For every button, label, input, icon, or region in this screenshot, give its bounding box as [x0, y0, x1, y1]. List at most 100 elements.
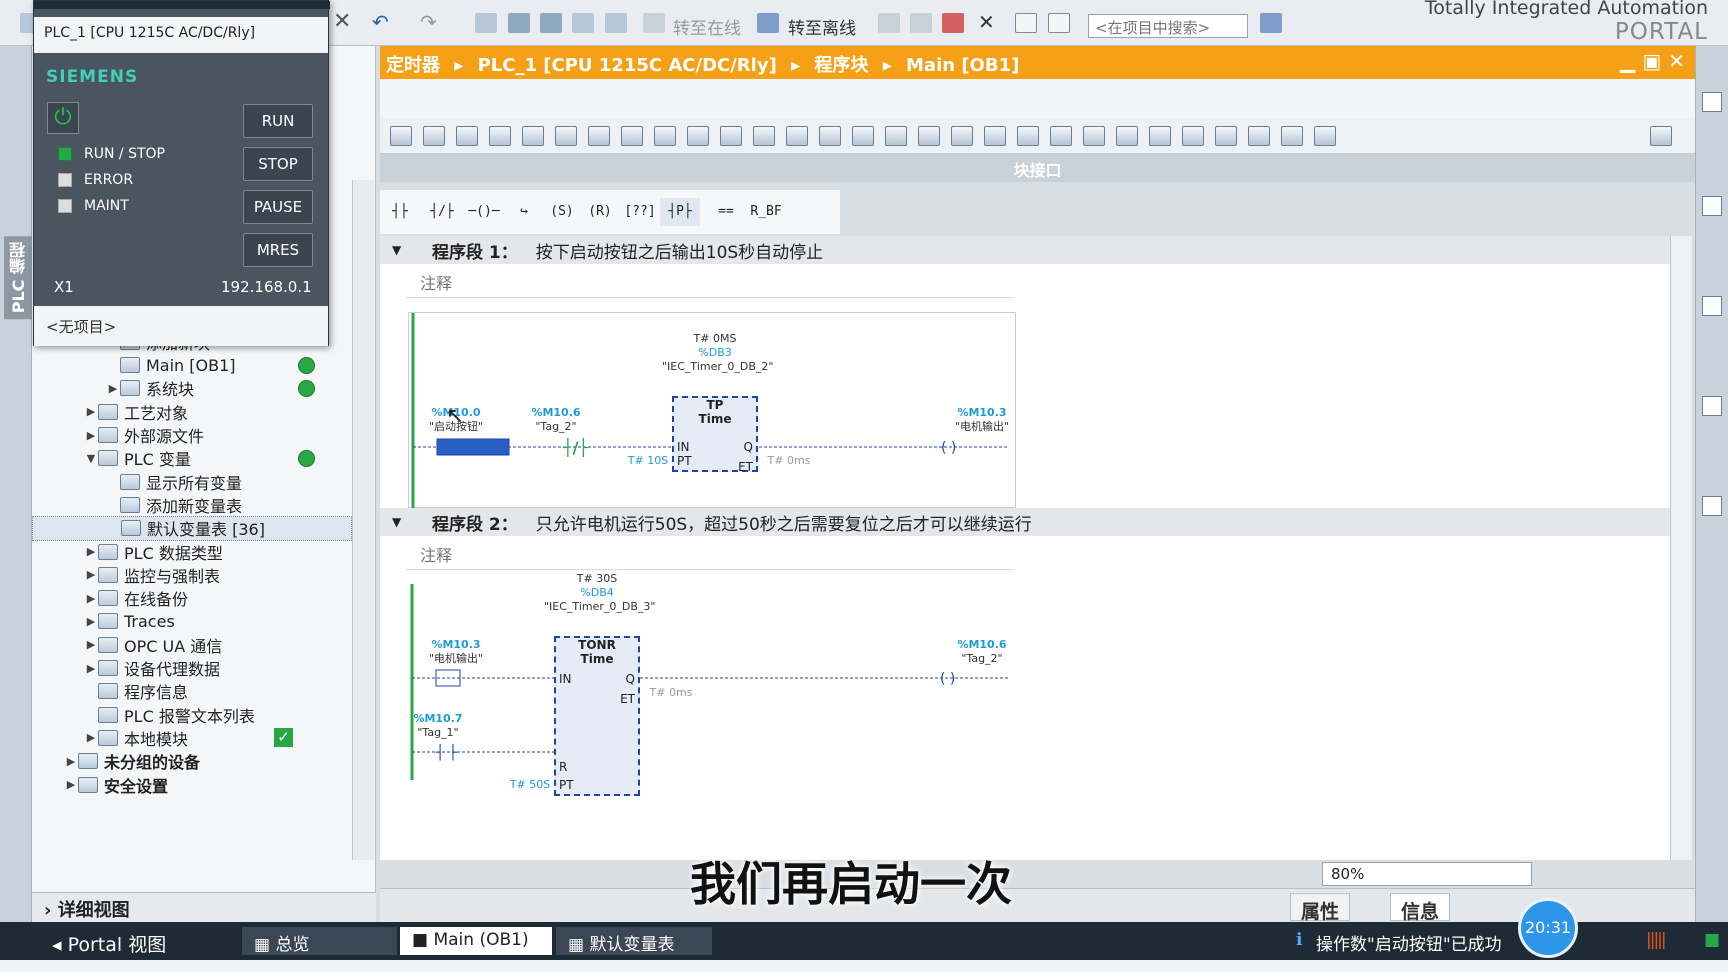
monitor-icon[interactable]: [1050, 126, 1072, 146]
window-controls[interactable]: ▁ ▣ ✕: [1620, 49, 1685, 73]
compile-icon[interactable]: [475, 13, 497, 33]
ladder-icon[interactable]: [1248, 126, 1270, 146]
stop-cpu-icon[interactable]: [942, 13, 964, 33]
taskbar-tab-tags[interactable]: ▦ 默认变量表: [556, 927, 712, 955]
sim-title-bar[interactable]: [34, 1, 330, 9]
network-comment[interactable]: 注释: [406, 536, 1014, 570]
go-offline-button[interactable]: 转至离线: [788, 14, 856, 39]
tree-item[interactable]: 添加新变量表: [32, 492, 352, 517]
modify-icon[interactable]: [1083, 126, 1105, 146]
expand-icon[interactable]: ▶: [84, 568, 98, 581]
go-online-button[interactable]: 转至在线: [673, 14, 741, 39]
stop-button[interactable]: STOP: [243, 147, 313, 181]
mres-button[interactable]: MRES: [243, 233, 313, 267]
close-icon[interactable]: ✕: [333, 11, 351, 33]
tree-item[interactable]: 显示所有变量: [32, 469, 352, 494]
tree-item[interactable]: ▶ 设备代理数据: [32, 656, 352, 681]
compile-icon[interactable]: [918, 126, 940, 146]
info-tab[interactable]: 信息: [1390, 893, 1451, 923]
tree-item[interactable]: ▶ OPC UA 通信: [32, 632, 352, 657]
breadcrumb-blocks[interactable]: 程序块: [814, 55, 868, 76]
editor-scrollbar[interactable]: [1670, 236, 1692, 860]
run-button[interactable]: RUN: [243, 104, 313, 138]
close-all-icon[interactable]: [588, 126, 610, 146]
load-start-icon[interactable]: [1215, 126, 1237, 146]
open-all-icon[interactable]: [555, 126, 577, 146]
nc-contact-icon[interactable]: ┤/├: [422, 198, 462, 226]
power-icon[interactable]: ⏻: [47, 102, 79, 134]
fbd-icon[interactable]: [1281, 126, 1303, 146]
expand-icon[interactable]: ▶: [64, 778, 78, 791]
instructions-card-icon[interactable]: [1702, 92, 1722, 112]
tree-item[interactable]: ▶ PLC 数据类型: [32, 539, 352, 564]
empty-box-icon[interactable]: ↪: [504, 198, 544, 226]
compare-icon[interactable]: ==: [706, 198, 746, 226]
tree-item[interactable]: 程序信息: [32, 679, 352, 704]
snapshot-icon[interactable]: [1149, 126, 1171, 146]
tree-item[interactable]: PLC 报警文本列表: [32, 702, 352, 727]
breadcrumb-main[interactable]: Main [OB1]: [906, 55, 1019, 76]
watch-icon[interactable]: [1116, 126, 1138, 146]
taskbar-tab-main[interactable]: ■ Main (OB1): [400, 927, 552, 955]
pause-button[interactable]: PAUSE: [243, 190, 313, 224]
test-card-icon[interactable]: [1702, 196, 1722, 216]
portal-view-button[interactable]: ◂ Portal 视图: [40, 927, 178, 956]
single-value-icon[interactable]: [786, 126, 808, 146]
insert-network-icon[interactable]: [390, 126, 412, 146]
collapse-network-icon[interactable]: ▼: [392, 243, 401, 257]
tree-item[interactable]: 默认变量表 [36]: [32, 515, 352, 541]
symbol-info-icon[interactable]: [687, 126, 709, 146]
ladder-canvas[interactable]: ▼ 程序段 1： 按下启动按钮之后输出10S秒自动停止 注释( ) ┤/├ %M10.0 "…: [380, 236, 1670, 860]
stl-icon[interactable]: [1314, 126, 1336, 146]
tree-item[interactable]: ▶ 在线备份: [32, 586, 352, 611]
expand-icon[interactable]: ▶: [84, 638, 98, 651]
detail-view-header[interactable]: › 详细视图: [32, 892, 376, 922]
tree-item[interactable]: ▶ 监控与强制表: [32, 562, 352, 587]
tree-item[interactable]: ▶ 安全设置: [32, 772, 352, 797]
expand-icon[interactable]: ▶: [84, 592, 98, 605]
reset-start-icon[interactable]: [522, 126, 544, 146]
plc-programming-tab[interactable]: PLC 编程: [4, 236, 34, 320]
expand-icon[interactable]: ▶: [84, 662, 98, 675]
layout-icon[interactable]: [1650, 126, 1672, 146]
comments-icon[interactable]: [654, 126, 676, 146]
project-search-input[interactable]: <在项目中搜索>: [1088, 14, 1248, 38]
no-contact-icon[interactable]: ┤├: [380, 198, 420, 226]
properties-tab[interactable]: 属性: [1290, 893, 1351, 923]
expand-icon[interactable]: ▶: [84, 545, 98, 558]
network-header[interactable]: ▼ 程序段 2： 只允许电机运行50S，超过50秒之后需要复位之后才可以继续运行: [380, 508, 1670, 536]
undo-icon[interactable]: ↶: [372, 12, 394, 33]
collapse-network-icon[interactable]: ▼: [392, 515, 401, 529]
reset-coil-icon[interactable]: (R): [580, 198, 620, 226]
rbf-icon[interactable]: R_BF: [746, 198, 786, 226]
upload-icon[interactable]: [540, 13, 562, 33]
tree-item[interactable]: ▶ 本地模块: [32, 725, 352, 750]
previous-error-icon[interactable]: [852, 126, 874, 146]
start-simulation-icon[interactable]: [605, 13, 627, 33]
download-icon[interactable]: [951, 126, 973, 146]
split-horizontal-icon[interactable]: [1015, 13, 1037, 33]
go-online-icon[interactable]: [643, 13, 665, 33]
monitoring-icon[interactable]: [753, 126, 775, 146]
p-contact-icon[interactable]: ┤P├: [660, 198, 700, 226]
collapse-icon[interactable]: ▼: [84, 452, 98, 465]
delete-network-icon[interactable]: [423, 126, 445, 146]
search-go-icon[interactable]: [1260, 13, 1282, 33]
breadcrumb-project[interactable]: 定时器: [386, 55, 440, 76]
tree-item[interactable]: ▶ Traces: [32, 609, 352, 634]
expand-icon[interactable]: ▶: [84, 731, 98, 744]
insert-row-icon[interactable]: [456, 126, 478, 146]
go-to-error-icon[interactable]: [819, 126, 841, 146]
go-offline-icon[interactable]: [1017, 126, 1039, 146]
libraries-card-icon[interactable]: [1702, 396, 1722, 416]
cross-icon[interactable]: ✕: [978, 12, 996, 33]
zoom-select[interactable]: 80%: [1322, 862, 1532, 886]
network-header[interactable]: ▼ 程序段 1： 按下启动按钮之后输出10S秒自动停止: [380, 236, 1670, 264]
timer-block[interactable]: TONR Time IN Q ET PT R: [554, 636, 640, 796]
expand-icon[interactable]: ▶: [84, 615, 98, 628]
network-description[interactable]: 只允许电机运行50S，超过50秒之后需要复位之后才可以继续运行: [536, 510, 1032, 535]
expand-icon[interactable]: ▶: [106, 382, 120, 395]
box-icon[interactable]: [??]: [620, 198, 660, 226]
go-offline-icon[interactable]: [757, 13, 779, 33]
go-online-icon[interactable]: [984, 126, 1006, 146]
